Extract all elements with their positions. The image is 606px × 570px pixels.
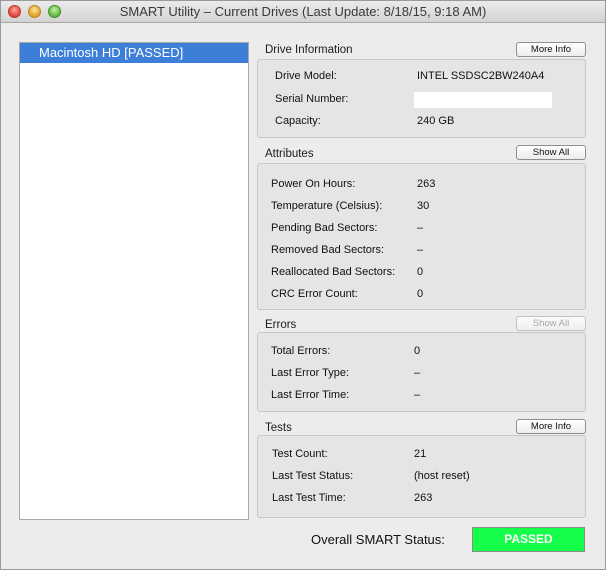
last-test-status-label: Last Test Status: [272, 470, 354, 482]
title-bar[interactable]: SMART Utility – Current Drives (Last Upd… [1, 1, 605, 23]
power-on-hours-label: Power On Hours: [271, 178, 356, 190]
last-test-time-value: 263 [414, 492, 433, 504]
drive-model-label: Drive Model: [275, 70, 337, 82]
power-on-hours-value: 263 [417, 178, 436, 190]
pending-bad-sectors-value: – [417, 222, 424, 234]
drives-list[interactable]: Macintosh HD [PASSED] [19, 42, 249, 520]
attributes-show-all-button[interactable]: Show All [516, 145, 586, 160]
temperature-label: Temperature (Celsius): [271, 200, 383, 212]
overall-smart-status-label: Overall SMART Status: [311, 532, 445, 547]
last-error-type-label: Last Error Type: [271, 367, 350, 379]
drive-item-macintosh-hd[interactable]: Macintosh HD [PASSED] [20, 43, 248, 63]
smart-utility-window: SMART Utility – Current Drives (Last Upd… [0, 0, 606, 570]
total-errors-label: Total Errors: [271, 345, 331, 357]
errors-show-all-button[interactable]: Show All [516, 316, 586, 331]
serial-number-value [414, 92, 552, 108]
last-test-time-label: Last Test Time: [272, 492, 346, 504]
removed-bad-sectors-label: Removed Bad Sectors: [271, 244, 385, 256]
last-error-type-value: – [414, 367, 421, 379]
tests-more-info-button[interactable]: More Info [516, 419, 586, 434]
window-title: SMART Utility – Current Drives (Last Upd… [119, 4, 487, 19]
drive-info-more-info-button[interactable]: More Info [516, 42, 586, 57]
reallocated-bad-sectors-label: Reallocated Bad Sectors: [271, 266, 396, 278]
last-test-status-value: (host reset) [414, 470, 470, 482]
overall-status-badge: PASSED [472, 527, 585, 552]
reallocated-bad-sectors-value: 0 [417, 266, 424, 278]
serial-number-label: Serial Number: [275, 93, 349, 105]
removed-bad-sectors-value: – [417, 244, 424, 256]
last-error-time-label: Last Error Time: [271, 389, 350, 401]
tests-title: Tests [265, 422, 292, 434]
last-error-time-value: – [414, 389, 421, 401]
drive-information-title: Drive Information [265, 44, 353, 56]
drive-model-value: INTEL SSDSC2BW240A4 [417, 70, 545, 82]
capacity-value: 240 GB [417, 115, 455, 127]
errors-title: Errors [265, 319, 297, 331]
temperature-value: 30 [417, 200, 430, 212]
test-count-value: 21 [414, 448, 427, 460]
test-count-label: Test Count: [272, 448, 328, 460]
total-errors-value: 0 [414, 345, 421, 357]
crc-error-count-value: 0 [417, 288, 424, 300]
pending-bad-sectors-label: Pending Bad Sectors: [271, 222, 378, 234]
capacity-label: Capacity: [275, 115, 321, 127]
crc-error-count-label: CRC Error Count: [271, 288, 358, 300]
attributes-title: Attributes [265, 148, 314, 160]
